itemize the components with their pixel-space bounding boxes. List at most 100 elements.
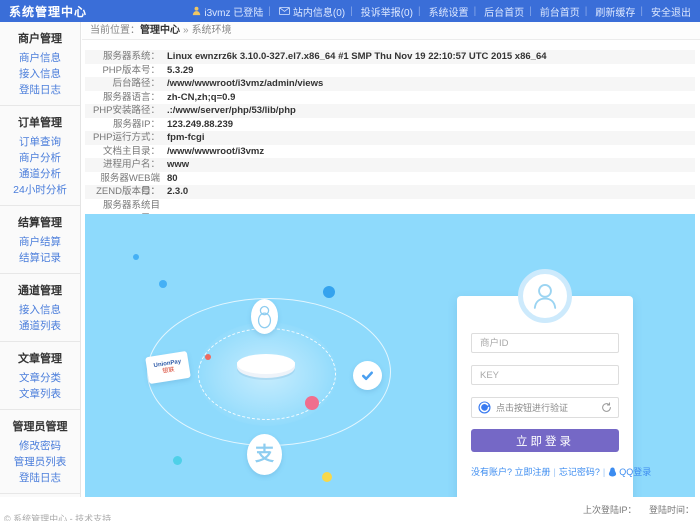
env-table-row: 服务器IP： 123.249.88.239 [85, 118, 695, 132]
sidebar-group-title[interactable]: 订单管理 [0, 111, 80, 134]
env-row-value: 123.249.88.239 [167, 118, 233, 132]
sidebar-group-title[interactable]: 管理员管理 [0, 415, 80, 438]
messages-label: 站内信息(0) [293, 4, 345, 19]
captcha-label: 点击按钮进行验证 [496, 401, 596, 414]
sidebar-item[interactable]: 文章列表 [0, 386, 80, 402]
link-divider: | [554, 467, 556, 477]
last-login-time-label: 登陆时间： [649, 505, 694, 515]
top-nav-link[interactable]: 投诉举报(0) [345, 4, 413, 19]
top-header: 系统管理中心 i3vmz 已登陆 站内信息(0) 投诉举报(0)系统设置后台首页… [0, 0, 700, 22]
admin-page: 系统管理中心 i3vmz 已登陆 站内信息(0) 投诉举报(0)系统设置后台首页… [0, 0, 700, 521]
qq-pay-icon [251, 299, 278, 334]
env-row-label: 服务器系统： [85, 50, 167, 64]
env-row-value: fpm-fcgi [167, 131, 204, 145]
decor-dot [323, 286, 335, 298]
top-nav: i3vmz 已登陆 站内信息(0) 投诉举报(0)系统设置后台首页前台首页刷新缓… [192, 4, 691, 19]
sidebar-item[interactable]: 修改密码 [0, 438, 80, 454]
sidebar-item[interactable]: 商户分析 [0, 150, 80, 166]
breadcrumb-separator: » [183, 25, 189, 36]
sidebar-item[interactable]: 接入信息 [0, 66, 80, 82]
sidebar-group-title[interactable]: 文章管理 [0, 347, 80, 370]
sidebar-group-title[interactable]: 通道管理 [0, 279, 80, 302]
env-row-label: 服务器IP： [85, 118, 167, 132]
top-nav-link[interactable]: 系统设置 [413, 4, 469, 19]
decor-dot [205, 354, 211, 360]
env-row-value: .:/www/server/php/53/lib/php [167, 104, 296, 118]
user-label: i3vmz 已登陆 [204, 4, 263, 19]
sidebar-item[interactable]: 登陆日志 [0, 82, 80, 98]
env-table-row: 服务器语言： zh-CN,zh;q=0.9 [85, 91, 695, 105]
env-row-label: PHP运行方式： [85, 131, 167, 145]
env-row-value: zh-CN,zh;q=0.9 [167, 91, 235, 105]
top-nav-link[interactable]: 安全退出 [635, 4, 691, 19]
last-login-ip-label: 上次登陆IP： [583, 505, 637, 515]
env-row-label: 服务器语言： [85, 91, 167, 105]
merchant-id-input[interactable] [471, 333, 619, 353]
env-table-row: 服务器WEB端口： 80 [85, 172, 695, 186]
sidebar-item[interactable]: 订单查询 [0, 134, 80, 150]
sidebar-item[interactable]: 接入信息 [0, 302, 80, 318]
alipay-icon: 支 [247, 434, 282, 475]
key-input[interactable] [471, 365, 619, 385]
top-nav-link[interactable]: 后台首页 [469, 4, 525, 19]
app-title: 系统管理中心 [9, 3, 87, 20]
env-table-row: 后台路径： /www/wwwroot/i3vmz/admin/views [85, 77, 695, 91]
env-table-row: PHP运行方式： fpm-fcgi [85, 131, 695, 145]
mail-icon [279, 7, 290, 15]
sidebar-group: 文章管理 文章分类文章列表 [0, 342, 80, 410]
footer: © 系统管理中心 - 技术支持 上次登陆IP： 登陆时间： [0, 497, 700, 521]
qq-login-link[interactable]: QQ登录 [608, 465, 651, 478]
decor-dot [305, 396, 319, 410]
unionpay-cn-text: 银联 [162, 367, 175, 375]
refresh-icon[interactable] [601, 402, 612, 413]
breadcrumb-prefix: 当前位置： [90, 25, 140, 36]
env-row-value: /www/wwwroot/i3vmz [167, 145, 264, 159]
link-divider: | [603, 467, 605, 477]
sidebar-item[interactable]: 管理员列表 [0, 454, 80, 470]
sidebar-group-title[interactable]: 结算管理 [0, 211, 80, 234]
sidebar: 商户管理 商户信息接入信息登陆日志 订单管理 订单查询商户分析通道分析24小时分… [0, 22, 81, 497]
env-row-value: 80 [167, 172, 178, 186]
env-table-row: 服务器系统： Linux ewnzrz6k 3.10.0-327.el7.x86… [85, 50, 695, 64]
env-table-row: PHP安装路径： .:/www/server/php/53/lib/php [85, 104, 695, 118]
decor-dot [159, 280, 167, 288]
sidebar-item[interactable]: 商户信息 [0, 50, 80, 66]
login-banner: UnionPay 银联 支 [85, 214, 695, 497]
env-table-row: PHP版本号： 5.3.29 [85, 64, 695, 78]
env-row-value: Linux ewnzrz6k 3.10.0-327.el7.x86_64 #1 … [167, 50, 547, 64]
breadcrumb-home-link[interactable]: 管理中心 [140, 25, 180, 36]
top-nav-link[interactable]: 刷新缓存 [580, 4, 636, 19]
captcha-verify-button[interactable]: 点击按钮进行验证 [471, 397, 619, 418]
register-link[interactable]: 没有账户? 立即注册 [471, 465, 551, 478]
sidebar-group: 通道管理 接入信息通道列表 [0, 274, 80, 342]
sidebar-item[interactable]: 通道列表 [0, 318, 80, 334]
decor-dot [322, 472, 332, 482]
decor-dot [173, 456, 182, 465]
top-nav-link[interactable]: 前台首页 [524, 4, 580, 19]
footer-login-info: 上次登陆IP： 登陆时间： [573, 503, 694, 516]
env-table-row: 文档主目录： /www/wwwroot/i3vmz [85, 145, 695, 159]
env-row-label: 服务器WEB端口： [85, 172, 167, 186]
env-row-value: 2.3.0 [167, 185, 188, 199]
sidebar-group-title[interactable]: 商户管理 [0, 27, 80, 50]
qq-icon [608, 467, 617, 477]
login-button[interactable]: 立即登录 [471, 429, 619, 452]
coin-top [237, 354, 295, 374]
sidebar-group: 结算管理 商户结算结算记录 [0, 206, 80, 274]
env-row-label: 进程用户名： [85, 158, 167, 172]
site-messages-link[interactable]: 站内信息(0) [263, 4, 345, 19]
env-table: 服务器系统： Linux ewnzrz6k 3.10.0-327.el7.x86… [85, 50, 695, 212]
logged-in-user[interactable]: i3vmz 已登陆 [192, 4, 263, 19]
sidebar-item[interactable]: 商户结算 [0, 234, 80, 250]
sidebar-item[interactable]: 通道分析 [0, 166, 80, 182]
sidebar-item[interactable]: 登陆日志 [0, 470, 80, 486]
forgot-password-link[interactable]: 忘记密码? [559, 465, 600, 478]
breadcrumb-current: 系统环境 [192, 25, 232, 36]
env-row-label: PHP版本号： [85, 64, 167, 78]
sidebar-item[interactable]: 文章分类 [0, 370, 80, 386]
env-row-label: 服务器系统目录： [85, 199, 167, 213]
sidebar-item[interactable]: 结算记录 [0, 250, 80, 266]
sidebar-item[interactable]: 24小时分析 [0, 182, 80, 198]
user-icon [192, 6, 201, 16]
user-avatar-icon [528, 279, 562, 313]
